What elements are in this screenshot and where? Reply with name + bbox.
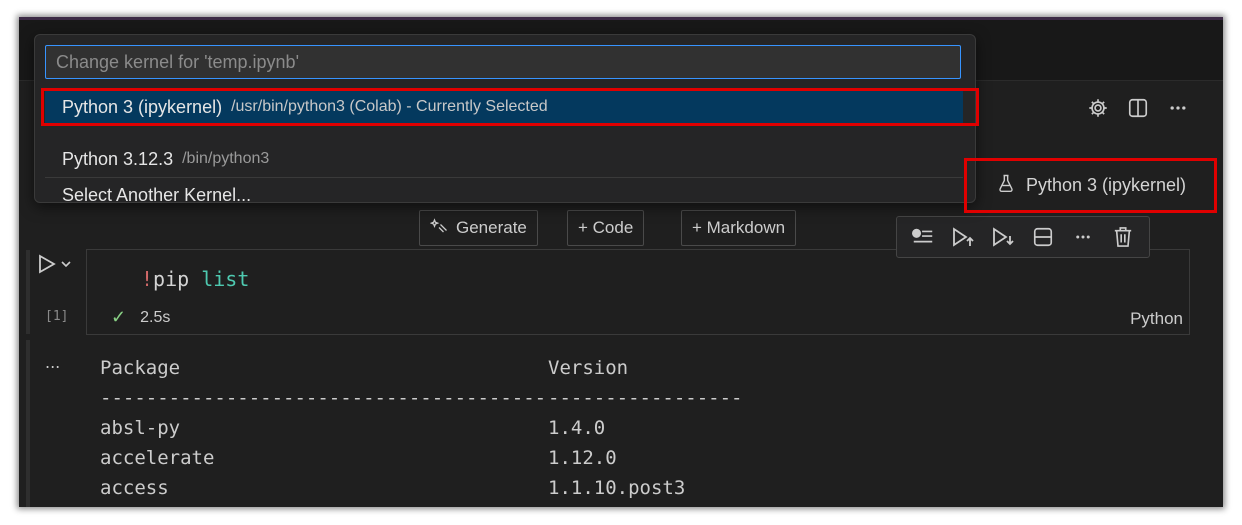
execution-duration: 2.5s — [140, 308, 171, 326]
kernel-option-python3-12-3[interactable]: Python 3.12.3 /bin/python3 — [45, 143, 963, 175]
output-header-package: Package — [100, 357, 181, 379]
output-header-row: Package Version — [100, 353, 742, 383]
kernel-option-description: /usr/bin/python3 (Colab) - Currently Sel… — [231, 98, 548, 115]
flask-icon — [996, 173, 1016, 198]
play-icon — [39, 254, 56, 274]
output-row: accelerate 1.12.0 — [100, 443, 742, 473]
kernel-option-label: Select Another Kernel... — [62, 184, 252, 205]
execute-below-icon[interactable] — [988, 222, 1018, 252]
kernel-search-input[interactable] — [45, 45, 961, 79]
separator — [45, 177, 963, 178]
gear-icon[interactable] — [1085, 95, 1111, 121]
package-version: 1.12.0 — [548, 447, 617, 469]
kernel-option-python3-ipykernel[interactable]: Python 3 (ipykernel) /usr/bin/python3 (C… — [45, 91, 963, 123]
output-row: absl-py 1.4.0 — [100, 413, 742, 443]
kernel-option-description: /bin/python3 — [182, 150, 270, 167]
cell-toolbar — [896, 216, 1150, 258]
code-argument: list — [201, 267, 250, 291]
kernel-option-label: Python 3.12.3 — [62, 148, 174, 169]
output-header-version: Version — [548, 357, 629, 379]
run-cell-button[interactable] — [37, 253, 72, 275]
output-bar — [26, 340, 30, 507]
delete-icon[interactable] — [1108, 222, 1138, 252]
more-icon[interactable] — [1068, 222, 1098, 252]
vscode-window: Python 3 (ipykernel) /usr/bin/python3 (C… — [19, 17, 1223, 507]
output-separator: ----------------- — [548, 387, 743, 409]
sparkle-icon — [429, 217, 448, 240]
output-more-icon[interactable]: ... — [45, 353, 60, 372]
execution-status: ✓ 2.5s — [111, 307, 170, 328]
execution-count: [1] — [45, 309, 69, 324]
add-code-cell-button[interactable]: + Code — [567, 210, 645, 246]
package-version: 1.1.10.post3 — [548, 477, 686, 499]
output-separator: --------------------------------------- — [100, 387, 547, 409]
editor-actions — [1085, 95, 1191, 121]
code-command: pip — [153, 267, 190, 291]
kernel-picker-button[interactable]: Python 3 (ipykernel) — [967, 160, 1215, 210]
kernel-label: Python 3 (ipykernel) — [1025, 174, 1187, 195]
run-by-line-icon[interactable] — [908, 222, 938, 252]
chevron-down-icon[interactable] — [60, 258, 72, 270]
execute-above-icon[interactable] — [948, 222, 978, 252]
add-markdown-cell-button[interactable]: + Markdown — [681, 210, 797, 246]
package-name: access — [100, 477, 169, 499]
kernel-quick-pick: Python 3 (ipykernel) /usr/bin/python3 (C… — [34, 34, 976, 205]
more-actions-icon[interactable] — [1165, 95, 1191, 121]
split-cell-icon[interactable] — [1028, 222, 1058, 252]
cell-language[interactable]: Python — [1130, 309, 1183, 329]
generate-label: Generate — [456, 218, 527, 237]
cell-output: Package Version ------------------------… — [100, 353, 742, 503]
code-cell[interactable] — [86, 249, 1190, 335]
package-name: absl-py — [100, 417, 181, 439]
kernel-option-select-another[interactable]: Select Another Kernel... — [45, 179, 963, 211]
code-bang: ! — [141, 267, 154, 291]
package-version: 1.4.0 — [548, 417, 606, 439]
generate-button[interactable]: Generate — [419, 210, 538, 246]
code-line[interactable]: !pip list — [141, 267, 249, 291]
add-code-label: + Code — [578, 218, 634, 237]
package-name: accelerate — [100, 447, 215, 469]
output-separator-row: --------------------------------------- … — [100, 383, 742, 413]
output-row: access 1.1.10.post3 — [100, 473, 742, 503]
check-icon: ✓ — [111, 307, 127, 327]
add-markdown-label: + Markdown — [692, 218, 786, 237]
split-editor-icon[interactable] — [1125, 95, 1151, 121]
cell-focus-bar — [26, 250, 30, 334]
kernel-option-label: Python 3 (ipykernel) — [62, 96, 223, 117]
